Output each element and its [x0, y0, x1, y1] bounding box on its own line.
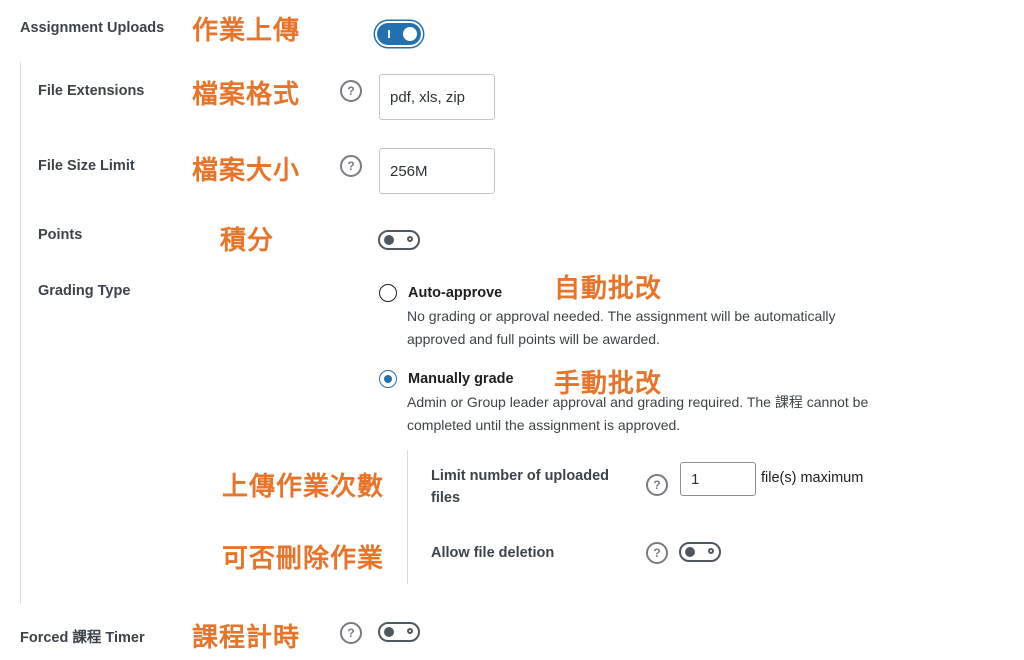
forced-timer-toggle[interactable] — [378, 622, 420, 642]
forced-timer-help-icon[interactable]: ? — [340, 622, 362, 644]
limit-uploads-value: 1 — [691, 470, 700, 488]
assignment-uploads-toggle[interactable] — [377, 23, 421, 45]
file-extensions-input[interactable]: pdf, xls, zip — [379, 74, 495, 120]
file-extensions-help-icon[interactable]: ? — [340, 80, 362, 102]
grading-type-label: Grading Type — [38, 283, 131, 299]
points-label: Points — [38, 227, 83, 243]
auto-approve-description: No grading or approval needed. The assig… — [407, 305, 836, 350]
file-size-limit-value: 256M — [390, 162, 428, 180]
file-size-limit-input[interactable]: 256M — [379, 148, 495, 194]
limit-uploads-input[interactable]: 1 — [680, 462, 756, 496]
manually-grade-radio[interactable] — [379, 370, 397, 388]
toggle-knob — [685, 547, 695, 557]
file-size-limit-annotation: 檔案大小 — [192, 156, 301, 186]
file-size-limit-label: File Size Limit — [38, 158, 135, 174]
allow-deletion-label: Allow file deletion — [431, 545, 555, 561]
allow-deletion-annotation: 可否刪除作業 — [222, 544, 385, 574]
limit-uploads-annotation: 上傳作業次數 — [222, 472, 385, 502]
auto-approve-desc-line1: No grading or approval needed. The assig… — [407, 308, 836, 324]
toggle-knob — [384, 627, 394, 637]
toggle-off-dot-icon — [407, 236, 413, 242]
toggle-on-bar-icon — [388, 30, 390, 38]
file-extensions-label: File Extensions — [38, 83, 145, 99]
toggle-off-dot-icon — [407, 628, 413, 634]
forced-timer-label: Forced 課程 Timer — [20, 630, 145, 646]
auto-approve-desc-line2: approved and full points will be awarded… — [407, 330, 660, 347]
points-toggle[interactable] — [378, 230, 420, 250]
manually-grade-title: Manually grade — [408, 371, 514, 387]
limit-uploads-suffix: file(s) maximum — [761, 470, 864, 486]
auto-approve-radio[interactable] — [379, 284, 397, 302]
toggle-off-dot-icon — [708, 548, 714, 554]
toggle-knob — [384, 235, 394, 245]
manual-options-divider — [407, 450, 408, 584]
forced-timer-annotation: 課程計時 — [192, 623, 301, 653]
radio-selected-dot-icon — [384, 375, 392, 383]
assignment-uploads-annotation: 作業上傳 — [192, 16, 301, 46]
limit-uploads-label-line1: Limit number of uploaded — [431, 468, 610, 484]
auto-approve-title: Auto-approve — [408, 285, 503, 301]
points-annotation: 積分 — [220, 226, 275, 256]
limit-uploads-label: Limit number of uploaded files — [431, 465, 609, 509]
file-extensions-annotation: 檔案格式 — [192, 80, 301, 110]
limit-uploads-help-icon[interactable]: ? — [646, 474, 668, 496]
file-size-limit-help-icon[interactable]: ? — [340, 155, 362, 177]
auto-approve-annotation: 自動批改 — [554, 274, 663, 304]
subsettings-divider — [20, 62, 21, 604]
limit-uploads-label-line2: files — [431, 490, 461, 506]
manually-grade-desc-line1: Admin or Group leader approval and gradi… — [407, 394, 869, 410]
manually-grade-description: Admin or Group leader approval and gradi… — [407, 391, 868, 436]
allow-deletion-help-icon[interactable]: ? — [646, 542, 668, 564]
file-extensions-value: pdf, xls, zip — [390, 88, 466, 106]
allow-deletion-toggle[interactable] — [679, 542, 721, 562]
toggle-knob — [403, 27, 417, 41]
assignment-uploads-label: Assignment Uploads — [20, 20, 165, 36]
manually-grade-desc-line2: completed until the assignment is approv… — [407, 416, 681, 433]
